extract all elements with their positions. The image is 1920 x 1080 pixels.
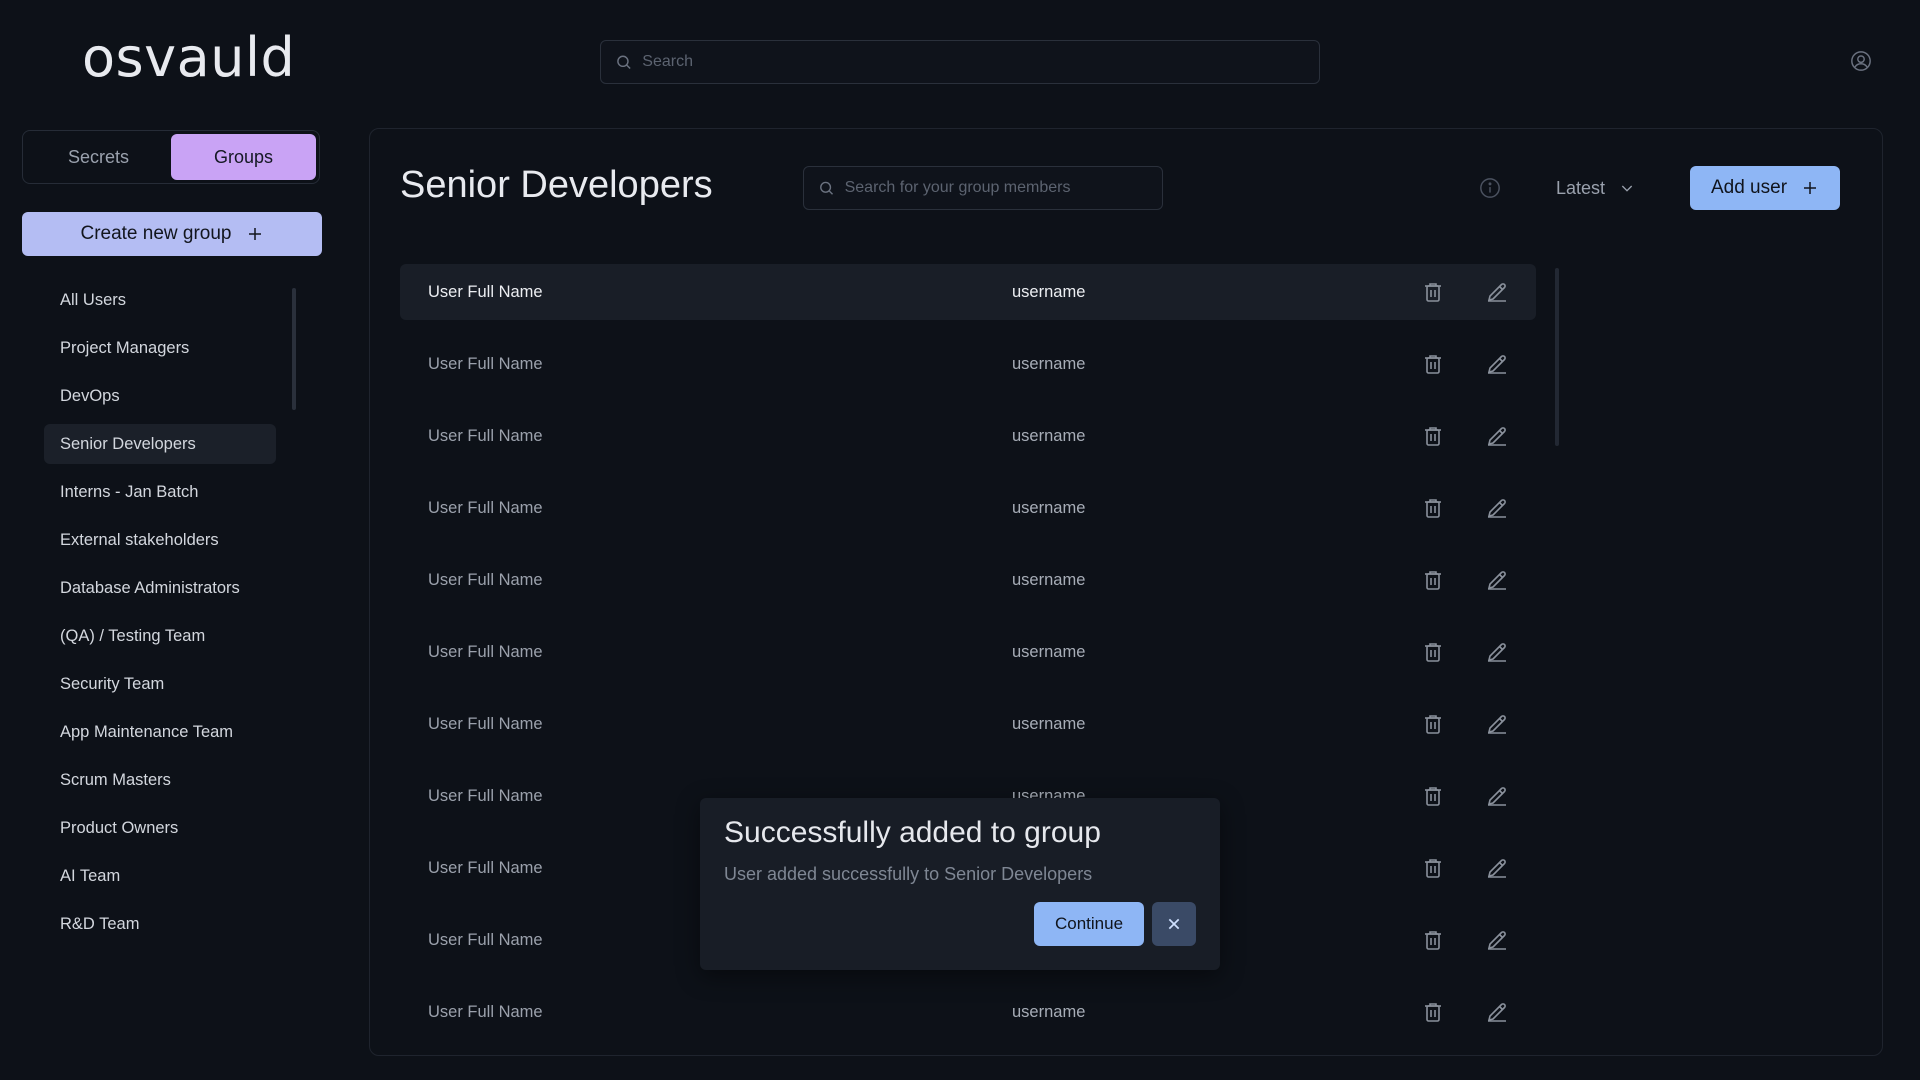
edit-icon[interactable] [1485, 424, 1509, 448]
member-username: username [1012, 498, 1086, 517]
member-full-name: User Full Name [428, 858, 543, 877]
member-username: username [1012, 714, 1086, 733]
app-logo: osvauld [82, 26, 296, 89]
member-username: username [1012, 1002, 1086, 1021]
close-icon [1168, 918, 1180, 930]
member-full-name: User Full Name [428, 1002, 543, 1021]
sidebar-group-item[interactable]: Product Owners [44, 808, 276, 848]
sidebar-group-item[interactable]: Database Administrators [44, 568, 276, 608]
member-username: username [1012, 354, 1086, 373]
sort-label: Latest [1556, 177, 1606, 198]
sidebar-group-item[interactable]: Security Team [44, 664, 276, 704]
tab-secrets[interactable]: Secrets [26, 134, 171, 180]
table-row[interactable]: User Full Name username [400, 696, 1536, 752]
member-username: username [1012, 570, 1086, 589]
continue-button[interactable]: Continue [1034, 902, 1144, 946]
member-full-name: User Full Name [428, 642, 543, 661]
sidebar-group-item[interactable]: Scrum Masters [44, 760, 276, 800]
page-title: Senior Developers [400, 164, 713, 206]
trash-icon[interactable] [1421, 280, 1445, 304]
add-user-label: Add user [1710, 177, 1788, 198]
edit-icon[interactable] [1485, 1000, 1509, 1024]
member-full-name: User Full Name [428, 714, 543, 733]
edit-icon[interactable] [1485, 640, 1509, 664]
edit-icon[interactable] [1485, 568, 1509, 592]
member-username: username [1012, 426, 1086, 445]
trash-icon[interactable] [1421, 568, 1445, 592]
trash-icon[interactable] [1421, 424, 1445, 448]
edit-icon[interactable] [1485, 496, 1509, 520]
search-icon [820, 181, 834, 195]
member-full-name: User Full Name [428, 570, 543, 589]
trash-icon[interactable] [1421, 352, 1445, 376]
create-group-button[interactable]: Create new group [22, 212, 322, 256]
create-group-label: Create new group [80, 223, 232, 244]
sidebar-group-item[interactable]: Project Managers [44, 328, 276, 368]
chevron-down-icon [1621, 185, 1633, 192]
table-row[interactable]: User Full Name username [400, 336, 1536, 392]
table-row[interactable]: User Full Name username [400, 480, 1536, 536]
global-search-input[interactable] [642, 53, 1319, 71]
sidebar-group-item[interactable]: (QA) / Testing Team [44, 616, 276, 656]
member-full-name: User Full Name [428, 354, 543, 373]
sidebar-group-item[interactable]: AI Team [44, 856, 276, 896]
table-row[interactable]: User Full Name username [400, 264, 1536, 320]
member-table-scrollbar[interactable] [1555, 268, 1559, 446]
edit-icon[interactable] [1485, 352, 1509, 376]
group-list: All Users Project Managers DevOps Senior De… [44, 280, 276, 952]
member-username: username [1012, 642, 1086, 661]
plus-icon [248, 228, 261, 240]
success-toast: Successfully added to group User added s… [700, 798, 1220, 970]
edit-icon[interactable] [1485, 928, 1509, 952]
user-circle-icon[interactable] [1850, 50, 1872, 72]
toast-message: User added successfully to Senior Develo… [724, 864, 1093, 884]
sidebar-group-item[interactable]: External stakeholders [44, 520, 276, 560]
plus-icon [1804, 182, 1817, 194]
sidebar-group-item[interactable]: App Maintenance Team [44, 712, 276, 752]
member-full-name: User Full Name [428, 426, 543, 445]
section-tabs: Secrets Groups [22, 130, 320, 184]
member-full-name: User Full Name [428, 498, 543, 517]
group-list-scrollbar[interactable] [292, 288, 296, 410]
table-row[interactable]: User Full Name username [400, 408, 1536, 464]
table-row[interactable]: User Full Name username [400, 624, 1536, 680]
table-row[interactable]: User Full Name username [400, 984, 1536, 1040]
sidebar-group-item[interactable]: All Users [44, 280, 276, 320]
member-username: username [1012, 282, 1086, 301]
member-full-name: User Full Name [428, 930, 543, 949]
search-icon [617, 55, 631, 69]
info-icon[interactable] [1479, 177, 1501, 199]
trash-icon[interactable] [1421, 856, 1445, 880]
toast-title: Successfully added to group [724, 816, 1101, 849]
sidebar-group-item[interactable]: DevOps [44, 376, 276, 416]
sidebar-group-item[interactable]: R&D Team [44, 904, 276, 944]
close-toast-button[interactable] [1152, 902, 1196, 946]
tab-groups[interactable]: Groups [171, 134, 316, 180]
member-full-name: User Full Name [428, 282, 543, 301]
trash-icon[interactable] [1421, 712, 1445, 736]
sidebar-group-item[interactable]: Interns - Jan Batch [44, 472, 276, 512]
edit-icon[interactable] [1485, 712, 1509, 736]
trash-icon[interactable] [1421, 784, 1445, 808]
trash-icon[interactable] [1421, 640, 1445, 664]
edit-icon[interactable] [1485, 856, 1509, 880]
sort-dropdown[interactable]: Latest [1556, 172, 1635, 204]
global-search[interactable] [600, 40, 1320, 84]
member-full-name: User Full Name [428, 786, 543, 805]
member-search-input[interactable] [844, 179, 1162, 197]
table-row[interactable]: User Full Name username [400, 552, 1536, 608]
trash-icon[interactable] [1421, 1000, 1445, 1024]
sidebar-group-item[interactable]: Senior Developers [44, 424, 276, 464]
edit-icon[interactable] [1485, 280, 1509, 304]
trash-icon[interactable] [1421, 928, 1445, 952]
member-search[interactable] [803, 166, 1163, 210]
trash-icon[interactable] [1421, 496, 1445, 520]
edit-icon[interactable] [1485, 784, 1509, 808]
add-user-button[interactable]: Add user [1690, 166, 1840, 210]
